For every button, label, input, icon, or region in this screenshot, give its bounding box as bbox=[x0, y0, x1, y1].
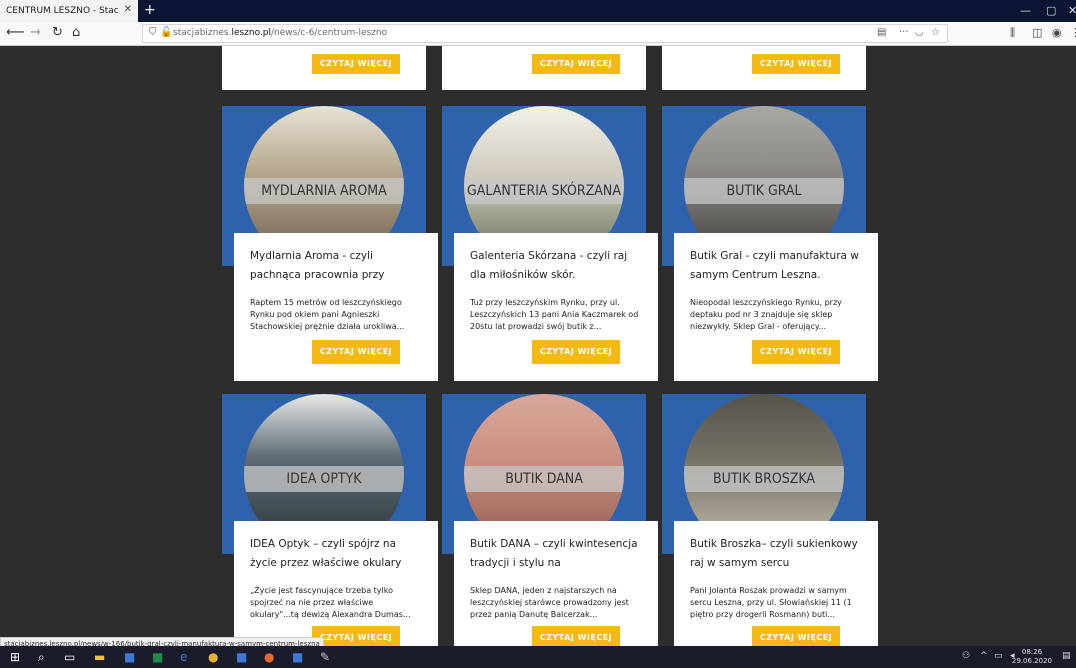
forward-icon[interactable]: → bbox=[30, 25, 41, 40]
firefox-icon[interactable]: ● bbox=[264, 650, 274, 664]
article-title[interactable]: Butik Broszka– czyli sukienkowy raj w sa… bbox=[690, 535, 862, 573]
pocket-icon[interactable]: ◡ bbox=[915, 27, 924, 38]
read-more-button[interactable]: CZYTAJ WIĘCEJ bbox=[752, 340, 840, 364]
app-icon[interactable]: ■ bbox=[292, 650, 303, 664]
new-tab-button[interactable]: + bbox=[144, 2, 156, 18]
article-excerpt: Sklep DANA, jeden z najstarszych na lesz… bbox=[470, 586, 629, 619]
library-icon[interactable]: ⫼ bbox=[1010, 26, 1015, 40]
account-icon[interactable]: ◉ bbox=[1052, 26, 1062, 39]
url-bar[interactable]: ⛉ 🔓 stacjabiznes.leszno.pl/news/c-6/cent… bbox=[142, 24, 948, 43]
shield-icon[interactable]: ⛉ bbox=[149, 27, 157, 38]
url-text[interactable]: stacjabiznes.leszno.pl/news/c-6/centrum-… bbox=[173, 28, 387, 38]
article-excerpt: Pani Jolanta Roszak prowadzi w samym ser… bbox=[690, 586, 852, 619]
reload-icon[interactable]: ↻ bbox=[52, 25, 63, 40]
people-icon[interactable]: ⚇ bbox=[962, 651, 970, 661]
image-label: BUTIK BROSZKA bbox=[684, 466, 844, 492]
word-icon[interactable]: ■ bbox=[124, 650, 135, 664]
article-title[interactable]: Galenteria Skórzana - czyli raj dla miło… bbox=[470, 247, 642, 285]
page-actions-icon[interactable]: ··· bbox=[899, 27, 909, 38]
image-label: MYDLARNIA AROMA bbox=[244, 178, 404, 204]
system-clock[interactable]: 08:26 29.06.2020 bbox=[1012, 648, 1052, 666]
image-label: GALANTERIA SKÓRZANA bbox=[464, 178, 624, 204]
edge-icon[interactable]: e bbox=[180, 650, 187, 664]
tab-bar: CENTRUM LESZNO - Stacja Biznes ✕ + — ▢ ✕ bbox=[0, 0, 1076, 22]
page-content: CZYTAJ WIĘCEJ CZYTAJ WIĘCEJ CZYTAJ WIĘCE… bbox=[0, 46, 1076, 646]
image-label: IDEA OPTYK bbox=[244, 466, 404, 492]
close-window-icon[interactable]: ✕ bbox=[1068, 4, 1076, 17]
maximize-icon[interactable]: ▢ bbox=[1046, 4, 1056, 17]
paint-icon[interactable]: ✎ bbox=[320, 650, 330, 664]
clock-time: 08:26 bbox=[1021, 648, 1043, 656]
article-excerpt: Raptem 15 metrów od leszczyńskiego Rynku… bbox=[250, 298, 405, 331]
outlook-icon[interactable]: ■ bbox=[236, 650, 247, 664]
close-tab-icon[interactable]: ✕ bbox=[124, 4, 132, 15]
read-more-button[interactable]: CZYTAJ WIĘCEJ bbox=[312, 54, 400, 74]
read-more-button[interactable]: CZYTAJ WIĘCEJ bbox=[312, 340, 400, 364]
article-title[interactable]: Butik DANA – czyli kwintesencja tradycji… bbox=[470, 535, 642, 573]
home-icon[interactable]: ⌂ bbox=[72, 25, 80, 40]
article-excerpt: Nieopodal leszczyńskiego Rynku, przy dep… bbox=[690, 298, 842, 331]
back-icon[interactable]: ⟵ bbox=[6, 25, 25, 40]
search-icon[interactable]: ⌕ bbox=[38, 650, 45, 665]
clock-date: 29.06.2020 bbox=[1011, 657, 1052, 665]
tray-expand-icon[interactable]: ^ bbox=[980, 651, 988, 661]
image-label: BUTIK GRAL bbox=[684, 178, 844, 204]
article-title[interactable]: Butik Gral - czyli manufaktura w samym C… bbox=[690, 247, 862, 285]
read-more-button[interactable]: CZYTAJ WIĘCEJ bbox=[752, 626, 840, 646]
read-more-button[interactable]: CZYTAJ WIĘCEJ bbox=[532, 54, 620, 74]
article-title[interactable]: IDEA Optyk – czyli spójrz na życie przez… bbox=[250, 535, 422, 573]
article-excerpt: Tuż przy leszczyńskim Rynku, przy ul. Le… bbox=[470, 298, 639, 331]
tab-title: CENTRUM LESZNO - Stacja Biznes bbox=[6, 6, 118, 16]
reader-view-icon[interactable]: ▤ bbox=[877, 27, 886, 38]
article-excerpt: „Życie jest fascynujące trzeba tylko spo… bbox=[250, 586, 411, 619]
read-more-button[interactable]: CZYTAJ WIĘCEJ bbox=[532, 340, 620, 364]
taskbar: ⊞ ⌕ ▭ ▬ ■ ■ e ● ■ ● ■ ✎ ⚇ ^ ▭ ◂ 08:26 29… bbox=[0, 646, 1076, 668]
sidebar-icon[interactable]: ◫ bbox=[1032, 26, 1042, 39]
chrome-icon[interactable]: ● bbox=[208, 650, 218, 664]
nav-bar: ⟵ → ↻ ⌂ ⛉ 🔓 stacjabiznes.leszno.pl/news/… bbox=[0, 22, 1076, 46]
excel-icon[interactable]: ■ bbox=[152, 650, 163, 664]
read-more-button[interactable]: CZYTAJ WIĘCEJ bbox=[532, 626, 620, 646]
insecure-lock-icon[interactable]: 🔓 bbox=[160, 27, 172, 38]
menu-icon[interactable]: ⋮ bbox=[1070, 26, 1076, 39]
task-view-icon[interactable]: ▭ bbox=[64, 650, 75, 664]
windows-start-icon[interactable]: ⊞ bbox=[10, 650, 20, 664]
browser-tab[interactable]: CENTRUM LESZNO - Stacja Biznes ✕ bbox=[0, 0, 138, 22]
bookmark-star-icon[interactable]: ☆ bbox=[931, 27, 940, 38]
image-label: BUTIK DANA bbox=[464, 466, 624, 492]
notifications-icon[interactable]: ▤ bbox=[1062, 651, 1071, 661]
article-title[interactable]: Mydlarnia Aroma - czyli pachnąca pracown… bbox=[250, 247, 422, 285]
minimize-icon[interactable]: — bbox=[1020, 4, 1031, 17]
read-more-button[interactable]: CZYTAJ WIĘCEJ bbox=[752, 54, 840, 74]
read-more-button[interactable]: CZYTAJ WIĘCEJ bbox=[312, 626, 400, 646]
file-explorer-icon[interactable]: ▬ bbox=[94, 650, 105, 664]
network-icon[interactable]: ▭ bbox=[994, 651, 1003, 661]
